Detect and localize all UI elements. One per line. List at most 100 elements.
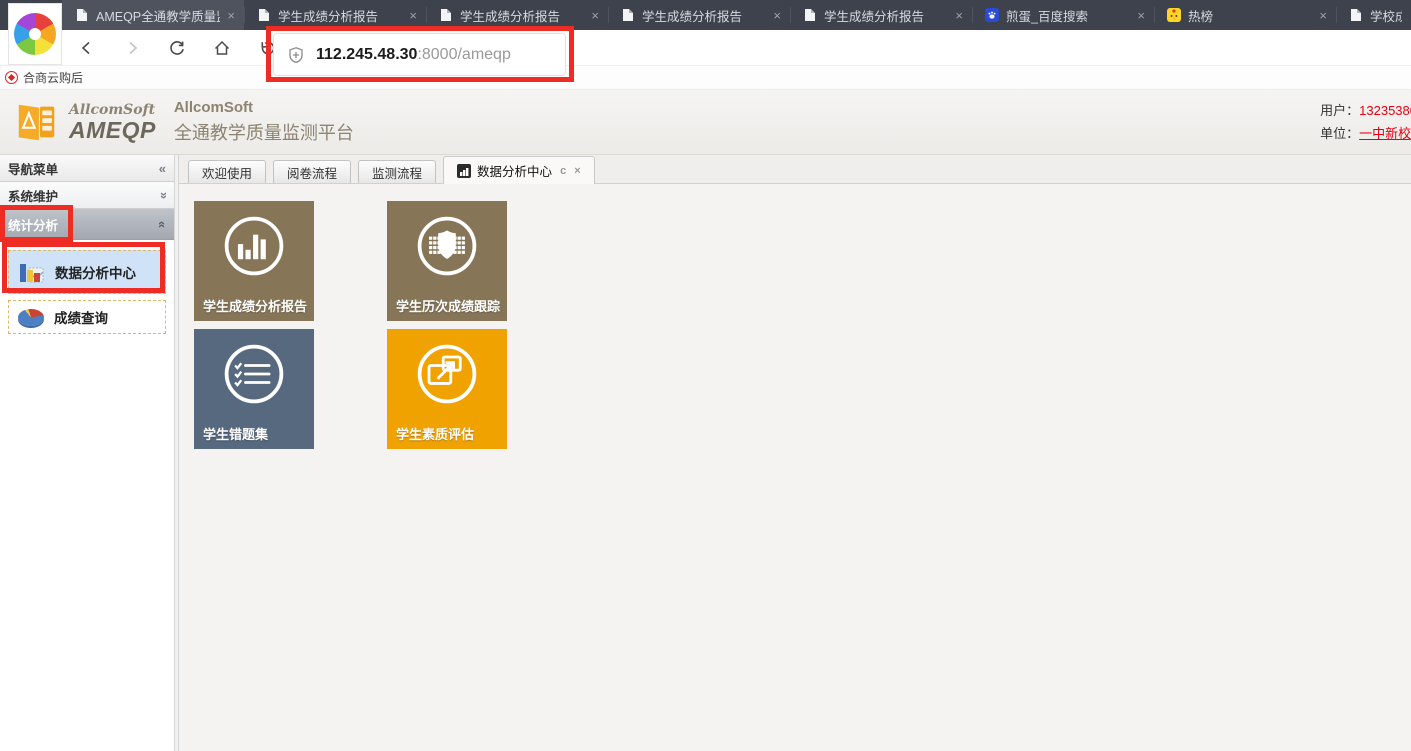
tab-label: 数据分析中心 — [477, 161, 552, 180]
collapse-sidebar-icon[interactable]: « — [159, 161, 166, 176]
ameqp-logo-icon — [14, 100, 60, 144]
tab-data-center[interactable]: 数据分析中心 c × — [443, 156, 595, 184]
browser-tab-bar: AMEQP全通教学质量监 × 学生成绩分析报告 × 学生成绩分析报告 × 学生成… — [0, 0, 1411, 30]
sidebar-item-label: 成绩查询 — [54, 307, 108, 327]
shield-icon — [287, 46, 305, 64]
baidu-paw-icon — [985, 8, 999, 22]
close-icon[interactable]: × — [409, 9, 417, 22]
export-circle-icon — [413, 340, 481, 408]
pie-chart-icon — [18, 309, 44, 326]
url-text: 112.245.48.30:8000/ameqp — [316, 46, 511, 64]
bar-chart-mini-icon — [457, 164, 471, 178]
browser-tab[interactable]: 热榜 × — [1154, 0, 1336, 30]
home-icon[interactable] — [213, 39, 231, 57]
tile-label: 学生错题集 — [203, 424, 268, 443]
bar-chart-icon — [18, 260, 45, 284]
group-label: 系统维护 — [8, 186, 58, 205]
page-icon — [75, 8, 89, 22]
user-label: 用户： — [1320, 103, 1359, 118]
browser-tab[interactable]: 煎蛋_百度搜索 × — [972, 0, 1154, 30]
sidebar-item-score-query[interactable]: 成绩查询 — [8, 300, 166, 334]
close-icon[interactable]: × — [955, 9, 963, 22]
tab-monitor-flow[interactable]: 监测流程 — [358, 160, 436, 183]
page-icon — [439, 8, 453, 22]
brand-script-text: AllcomSoft — [69, 103, 156, 118]
page-icon — [621, 8, 635, 22]
group-label: 统计分析 — [8, 215, 58, 234]
content-area: 欢迎使用 阅卷流程 监测流程 数据分析中心 c × 学生成绩分析报告 — [179, 155, 1411, 751]
sidebar-group-stats[interactable]: 统计分析 « — [0, 209, 174, 240]
app-header: AllcomSoft AMEQP AllcomSoft 全通教学质量监测平台 用… — [0, 90, 1411, 155]
url-host: 112.245.48.30 — [316, 46, 417, 63]
browser-tab[interactable]: 学生成绩分析报告 × — [244, 0, 426, 30]
platform-title-block: AllcomSoft 全通教学质量监测平台 — [174, 99, 354, 145]
browser-toolbar — [0, 30, 1411, 66]
sidebar-group-system[interactable]: 系统维护 « — [0, 182, 174, 209]
refresh-icon[interactable] — [168, 39, 186, 57]
tile-quality-evaluation[interactable]: 学生素质评估 — [387, 329, 507, 449]
browser-tab[interactable]: 学生成绩分析报告 × — [426, 0, 608, 30]
browser-tab-title: 学生成绩分析报告 — [278, 6, 402, 25]
tile-score-analysis-report[interactable]: 学生成绩分析报告 — [194, 201, 314, 321]
page-icon — [257, 8, 271, 22]
shield-grid-circle-icon — [413, 212, 481, 280]
page-icon — [803, 8, 817, 22]
browser-logo[interactable] — [8, 3, 62, 65]
bookmark-bar: 合商云购后 — [0, 66, 1411, 90]
close-icon[interactable]: × — [1319, 9, 1327, 22]
tab-label: 阅卷流程 — [287, 163, 337, 182]
browser-tab-title: 学生成绩分析报告 — [642, 6, 766, 25]
bookmark-site-icon — [5, 71, 18, 84]
tile-label: 学生历次成绩跟踪 — [396, 296, 500, 315]
tab-label: 欢迎使用 — [202, 163, 252, 182]
url-path: :8000/ameqp — [417, 46, 510, 63]
browser-tab-title: 热榜 — [1188, 6, 1312, 25]
browser-tab-title: 学校成 — [1370, 6, 1402, 25]
browser-tab-title: AMEQP全通教学质量监 — [96, 6, 220, 25]
main-area: 导航菜单 « 系统维护 « 统计分析 « 数据分析中心 — [0, 155, 1411, 751]
tile-label: 学生素质评估 — [396, 424, 474, 443]
sidebar-item-data-center[interactable]: 数据分析中心 — [8, 250, 166, 294]
user-info: 用户：13235380 单位：一中新校 — [1320, 99, 1411, 145]
checklist-circle-icon — [220, 340, 288, 408]
tab-refresh-icon[interactable]: c — [560, 165, 566, 177]
tab-close-icon[interactable]: × — [574, 165, 580, 177]
address-bar[interactable]: 112.245.48.30:8000/ameqp — [273, 33, 566, 76]
forward-icon[interactable] — [123, 39, 141, 57]
bar-chart-circle-icon — [220, 212, 288, 280]
chevron-double-up-icon: « — [155, 220, 170, 227]
bookmark-item[interactable]: 合商云购后 — [23, 69, 83, 86]
browser-tab-title: 煎蛋_百度搜索 — [1006, 6, 1130, 25]
content-body: 学生成绩分析报告 — [179, 184, 1411, 751]
tile-wrong-question-set[interactable]: 学生错题集 — [194, 329, 314, 449]
tile-label: 学生成绩分析报告 — [203, 296, 307, 315]
browser-tab[interactable]: AMEQP全通教学质量监 × — [62, 0, 244, 30]
tab-label: 监测流程 — [372, 163, 422, 182]
close-icon[interactable]: × — [773, 9, 781, 22]
browser-tab[interactable]: 学校成 — [1336, 0, 1411, 30]
chevron-double-down-icon: « — [155, 191, 170, 198]
page-icon — [1349, 8, 1363, 22]
tab-marking-flow[interactable]: 阅卷流程 — [273, 160, 351, 183]
browser-tab[interactable]: 学生成绩分析报告 × — [608, 0, 790, 30]
org-link[interactable]: 一中新校 — [1359, 126, 1411, 141]
tile-score-history-tracking[interactable]: 学生历次成绩跟踪 — [387, 201, 507, 321]
browser-tab-title: 学生成绩分析报告 — [824, 6, 948, 25]
sidebar-title: 导航菜单 « — [0, 155, 174, 182]
sidebar: 导航菜单 « 系统维护 « 统计分析 « 数据分析中心 — [0, 155, 174, 751]
sidebar-title-text: 导航菜单 — [8, 159, 58, 178]
browser-pinwheel-icon — [14, 13, 56, 55]
tab-welcome[interactable]: 欢迎使用 — [188, 160, 266, 183]
sidebar-item-label: 数据分析中心 — [55, 262, 136, 282]
content-tab-bar: 欢迎使用 阅卷流程 监测流程 数据分析中心 c × — [179, 155, 1411, 184]
user-value: 13235380 — [1359, 103, 1411, 118]
back-icon[interactable] — [78, 39, 96, 57]
close-icon[interactable]: × — [1137, 9, 1145, 22]
close-icon[interactable]: × — [227, 9, 235, 22]
browser-tab-title: 学生成绩分析报告 — [460, 6, 584, 25]
close-icon[interactable]: × — [591, 9, 599, 22]
brand-name-text: AMEQP — [69, 118, 156, 142]
browser-tab[interactable]: 学生成绩分析报告 × — [790, 0, 972, 30]
company-name: AllcomSoft — [174, 99, 354, 116]
org-label: 单位： — [1320, 126, 1359, 141]
